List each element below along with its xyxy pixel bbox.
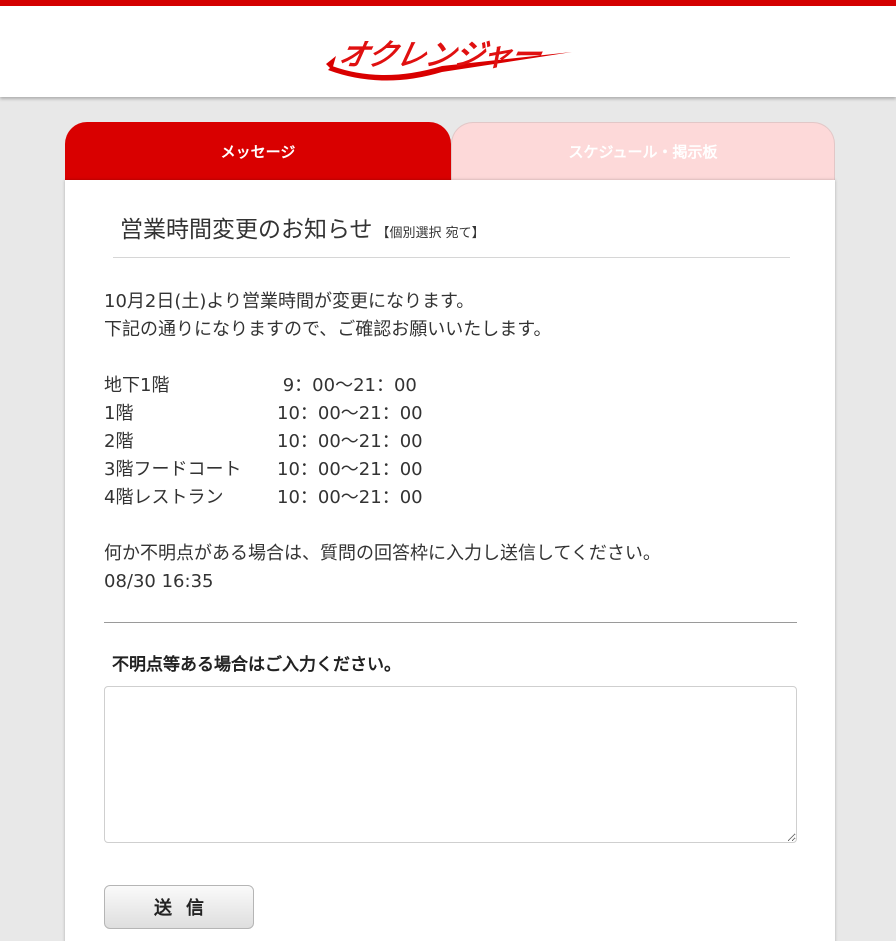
tab-bar: メッセージ スケジュール・掲示板: [65, 122, 835, 180]
intro-line: 下記の通りになりますので、ご確認お願いいたします。: [104, 319, 552, 340]
floor-name: 4階レストラン: [104, 487, 224, 508]
title-divider: [113, 257, 790, 258]
tab-messages[interactable]: メッセージ: [65, 122, 451, 180]
header-bar: オクレンジャー: [0, 0, 896, 97]
intro-line: 10月2日(土)より営業時間が変更になります。: [104, 291, 475, 312]
floor-name: 地下1階: [104, 375, 170, 396]
floor-hours: 9：00～21：00: [277, 375, 417, 396]
closing-line: 何か不明点がある場合は、質問の回答枠に入力し送信してください。: [104, 543, 661, 564]
reply-label: 不明点等ある場合はご入力ください。: [112, 655, 401, 675]
message-title-row: 営業時間変更のお知らせ 【個別選択 宛て】: [120, 210, 790, 244]
floor-hours: 10：00～21：00: [277, 403, 423, 424]
floor-hours-row: 2階 10：00～21：00: [104, 428, 804, 456]
message-body: 10月2日(土)より営業時間が変更になります。 下記の通りになりますので、ご確認…: [104, 288, 804, 596]
submit-button[interactable]: 送信: [104, 885, 254, 929]
floor-hours: 10：00～21：00: [277, 431, 423, 452]
floor-hours-row: 1階 10：00～21：00: [104, 400, 804, 428]
floor-name: 1階: [104, 403, 134, 424]
logo-text: オクレンジャー: [335, 38, 544, 73]
floor-hours-row: 4階レストラン 10：00～21：00: [104, 484, 804, 512]
message-panel: 営業時間変更のお知らせ 【個別選択 宛て】 10月2日(土)より営業時間が変更にな…: [65, 180, 835, 941]
floor-hours-row: 地下1階 9：00～21：00: [104, 372, 804, 400]
recipient-tag: 【個別選択 宛て】: [376, 226, 485, 241]
floor-hours: 10：00～21：00: [277, 459, 423, 480]
message-timestamp: 08/30 16:35: [104, 571, 214, 592]
logo[interactable]: オクレンジャー: [322, 26, 578, 82]
reply-textarea[interactable]: [104, 686, 797, 843]
tab-schedule-board[interactable]: スケジュール・掲示板: [451, 122, 835, 180]
floor-name: 3階フードコート: [104, 459, 242, 480]
reply-divider: [104, 622, 797, 623]
floor-name: 2階: [104, 431, 134, 452]
floor-hours: 10：00～21：00: [277, 487, 423, 508]
message-title: 営業時間変更のお知らせ: [120, 217, 373, 243]
floor-hours-row: 3階フードコート 10：00～21：00: [104, 456, 804, 484]
